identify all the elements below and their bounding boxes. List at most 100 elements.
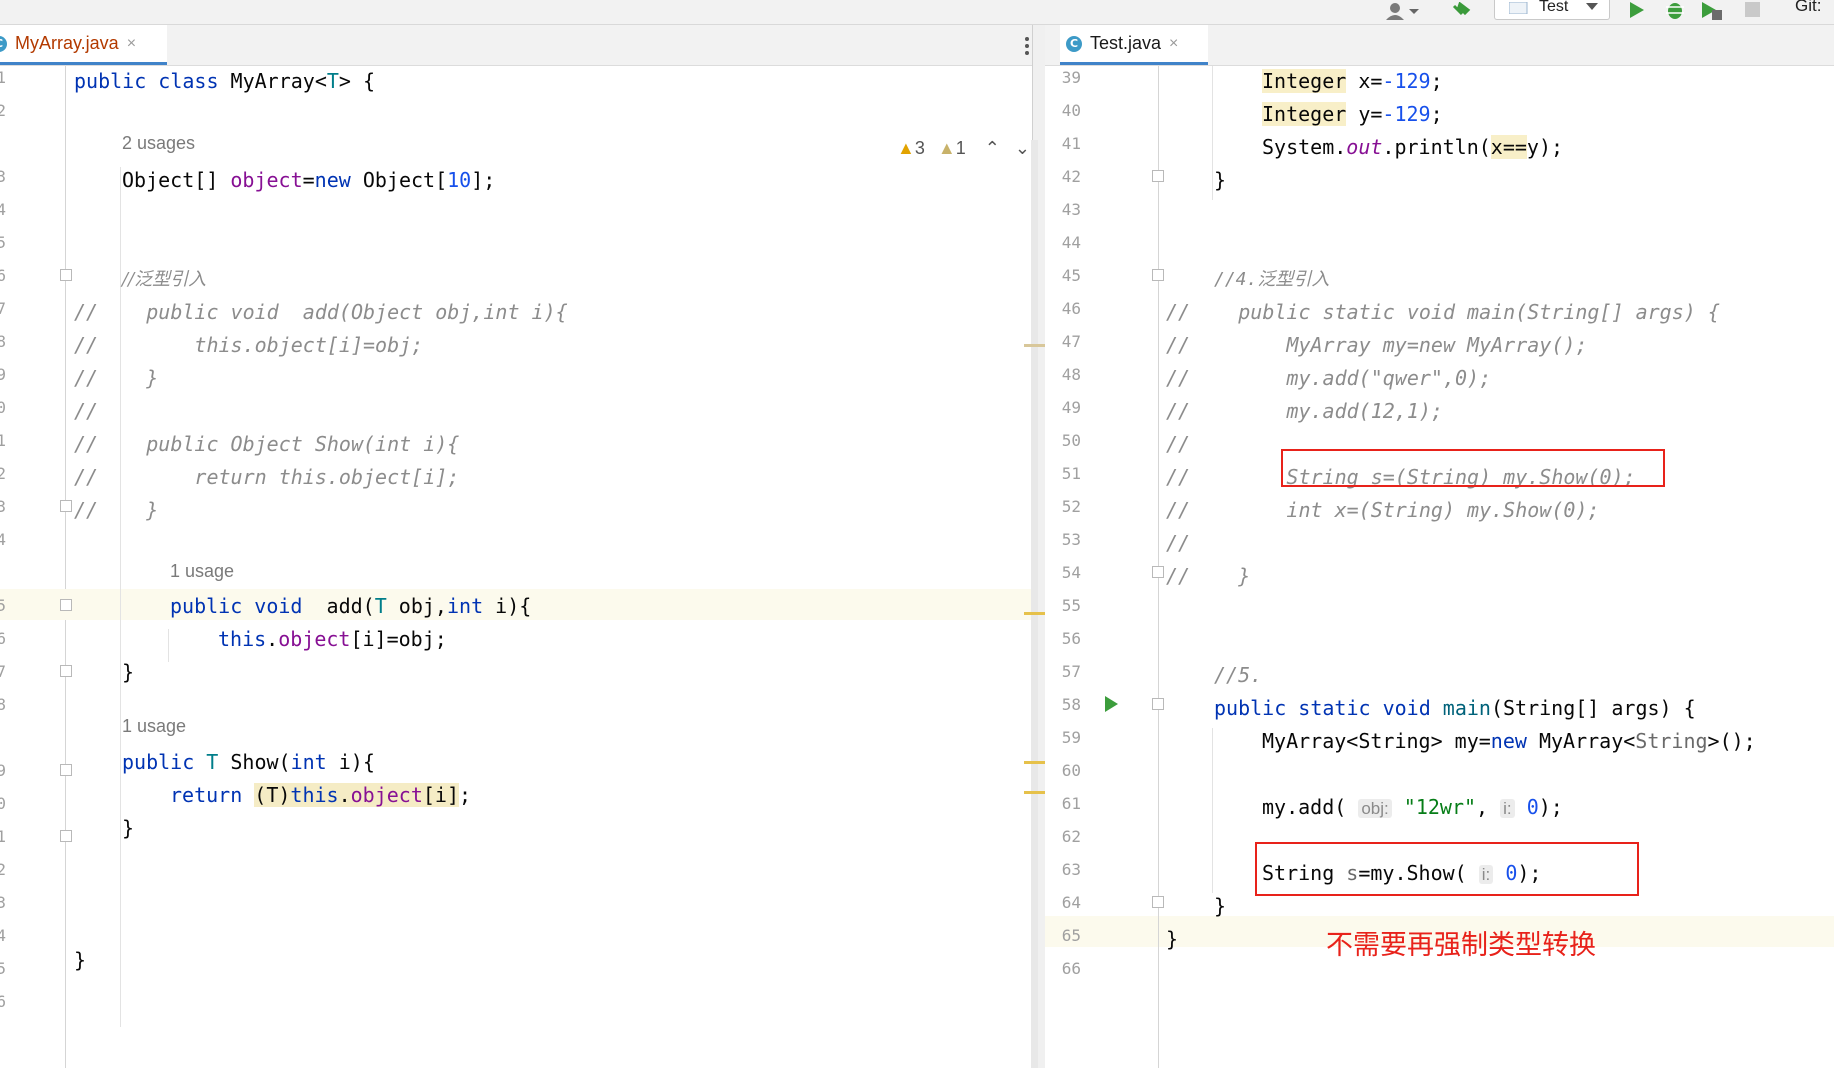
line-number: 56 bbox=[1061, 629, 1081, 648]
scrollbar[interactable] bbox=[1031, 140, 1038, 1068]
chevron-down-icon[interactable]: ⌄ bbox=[1015, 138, 1030, 158]
comment-line[interactable]: // } bbox=[1166, 560, 1250, 593]
comment-line[interactable]: // my.add("qwer",0); bbox=[1166, 362, 1491, 395]
comment-line[interactable]: // bbox=[1166, 428, 1190, 461]
close-icon[interactable]: × bbox=[127, 35, 136, 53]
comment-line[interactable]: // public Object Show(int i){ bbox=[74, 428, 459, 461]
fold-marker[interactable] bbox=[1152, 269, 1164, 281]
more-vertical-icon[interactable] bbox=[1024, 36, 1030, 56]
code-line[interactable]: my.add( obj: "12wr", i: 0); bbox=[1262, 791, 1563, 825]
error-stripe-mark[interactable] bbox=[1024, 344, 1046, 347]
fold-marker[interactable] bbox=[60, 830, 72, 842]
git-label[interactable]: Git: bbox=[1795, 0, 1821, 16]
line-number: 45 bbox=[1061, 266, 1081, 285]
tab-label: MyArray.java bbox=[15, 33, 119, 53]
comment-line[interactable]: // int x=(String) my.Show(0); bbox=[1166, 494, 1599, 527]
tab-myarray-java[interactable]: C MyArray.java × bbox=[0, 25, 167, 65]
left-editor[interactable]: 1 2 3 4 5 6 7 8 9 0 1 2 3 4 5 6 7 8 9 0 … bbox=[0, 66, 1032, 1068]
config-file-icon bbox=[1509, 2, 1528, 14]
comment-line[interactable]: // return this.object[i]; bbox=[74, 461, 459, 494]
error-stripe-mark[interactable] bbox=[1024, 791, 1046, 794]
inspection-widget[interactable]: ▲3 ▲1 ⌃ ⌄ bbox=[897, 138, 1030, 159]
code-line[interactable]: public void add(T obj,int i){ bbox=[170, 590, 531, 623]
fold-marker[interactable] bbox=[1152, 170, 1164, 182]
comment-line[interactable]: // } bbox=[74, 362, 158, 395]
fold-marker[interactable] bbox=[60, 665, 72, 677]
fold-marker[interactable] bbox=[60, 599, 72, 611]
fold-marker[interactable] bbox=[1152, 698, 1164, 710]
coverage-icon[interactable] bbox=[1700, 2, 1724, 20]
run-config-label: Test bbox=[1539, 0, 1569, 15]
debug-icon[interactable] bbox=[1664, 2, 1686, 20]
line-number: 5 bbox=[0, 959, 6, 978]
comment-line[interactable]: // this.object[i]=obj; bbox=[74, 329, 423, 362]
comment-line[interactable]: // public void add(Object obj,int i){ bbox=[74, 296, 568, 329]
user-icon[interactable] bbox=[1385, 2, 1419, 20]
comment-line[interactable]: // } bbox=[74, 494, 158, 527]
fold-marker[interactable] bbox=[60, 764, 72, 776]
line-number: 1 bbox=[0, 68, 6, 87]
line-number: 49 bbox=[1061, 398, 1081, 417]
line-number: 63 bbox=[1061, 860, 1081, 879]
comment-line[interactable]: //4.泛型引入 bbox=[1214, 263, 1329, 296]
code-line[interactable]: } bbox=[122, 812, 134, 845]
code-line[interactable]: } bbox=[1166, 923, 1178, 956]
param-hint: i: bbox=[1500, 799, 1515, 818]
comment-line[interactable]: //5. bbox=[1214, 659, 1262, 692]
code-line[interactable]: } bbox=[1214, 890, 1226, 923]
close-icon[interactable]: × bbox=[1169, 35, 1178, 53]
line-number: 9 bbox=[0, 761, 6, 780]
line-number: 44 bbox=[1061, 233, 1081, 252]
fold-marker[interactable] bbox=[1152, 566, 1164, 578]
comment-line[interactable]: // bbox=[74, 395, 98, 428]
comment-line[interactable]: // public static void main(String[] args… bbox=[1166, 296, 1720, 329]
run-icon[interactable] bbox=[1628, 2, 1646, 20]
line-number: 61 bbox=[1061, 794, 1081, 813]
line-number: 46 bbox=[1061, 299, 1081, 318]
line-number: 41 bbox=[1061, 134, 1081, 153]
right-editor[interactable]: 39 40 41 42 43 44 45 46 47 48 49 50 51 5… bbox=[1045, 66, 1834, 1068]
code-line[interactable]: System.out.println(x==y); bbox=[1262, 131, 1563, 164]
usages-hint[interactable]: 2 usages bbox=[122, 133, 195, 154]
java-class-icon: C bbox=[0, 35, 7, 52]
comment-line[interactable]: // MyArray my=new MyArray(); bbox=[1166, 329, 1587, 362]
code-line[interactable]: return (T)this.object[i]; bbox=[170, 779, 471, 812]
code-line[interactable]: public class MyArray<T> { bbox=[74, 65, 375, 98]
code-line[interactable]: Object[] object=new Object[10]; bbox=[122, 164, 495, 197]
fold-marker[interactable] bbox=[1152, 896, 1164, 908]
error-stripe-mark[interactable] bbox=[1024, 612, 1046, 615]
left-gutter bbox=[0, 66, 66, 1068]
fold-marker[interactable] bbox=[60, 269, 72, 281]
fold-marker[interactable] bbox=[60, 500, 72, 512]
usages-hint[interactable]: 1 usage bbox=[170, 561, 234, 582]
code-line[interactable]: public T Show(int i){ bbox=[122, 746, 375, 779]
code-line[interactable]: public static void main(String[] args) { bbox=[1214, 692, 1696, 725]
stop-icon[interactable] bbox=[1744, 2, 1762, 20]
error-stripe-mark[interactable] bbox=[1024, 761, 1046, 764]
line-number: 54 bbox=[1061, 563, 1081, 582]
code-line[interactable]: this.object[i]=obj; bbox=[218, 623, 447, 656]
comment-line[interactable]: //泛型引入 bbox=[122, 263, 206, 296]
line-number: 4 bbox=[0, 530, 6, 549]
tab-test-java[interactable]: C Test.java × bbox=[1060, 25, 1208, 65]
line-number: 8 bbox=[0, 332, 6, 351]
comment-line[interactable]: // bbox=[1166, 527, 1190, 560]
annotation-box bbox=[1281, 449, 1665, 487]
code-line[interactable]: } bbox=[74, 944, 86, 977]
annotation-text: 不需要再强制类型转换 bbox=[1326, 930, 1596, 961]
code-line[interactable]: } bbox=[122, 656, 134, 689]
chevron-up-icon[interactable]: ⌃ bbox=[985, 138, 1000, 158]
code-line[interactable]: Integer y=-129; bbox=[1262, 98, 1443, 131]
run-gutter-icon[interactable] bbox=[1104, 695, 1120, 713]
line-number: 6 bbox=[0, 992, 6, 1011]
line-number: 47 bbox=[1061, 332, 1081, 351]
run-config-dropdown[interactable]: Test bbox=[1494, 0, 1610, 20]
code-line[interactable]: } bbox=[1214, 164, 1226, 197]
gutter-divider bbox=[65, 66, 66, 1068]
left-tab-bar: C MyArray.java × bbox=[0, 25, 1032, 66]
code-line[interactable]: MyArray<String> my=new MyArray<String>()… bbox=[1262, 725, 1756, 758]
usages-hint[interactable]: 1 usage bbox=[122, 716, 186, 737]
code-line[interactable]: Integer x=-129; bbox=[1262, 65, 1443, 98]
hammer-icon[interactable] bbox=[1450, 2, 1474, 20]
comment-line[interactable]: // my.add(12,1); bbox=[1166, 395, 1443, 428]
